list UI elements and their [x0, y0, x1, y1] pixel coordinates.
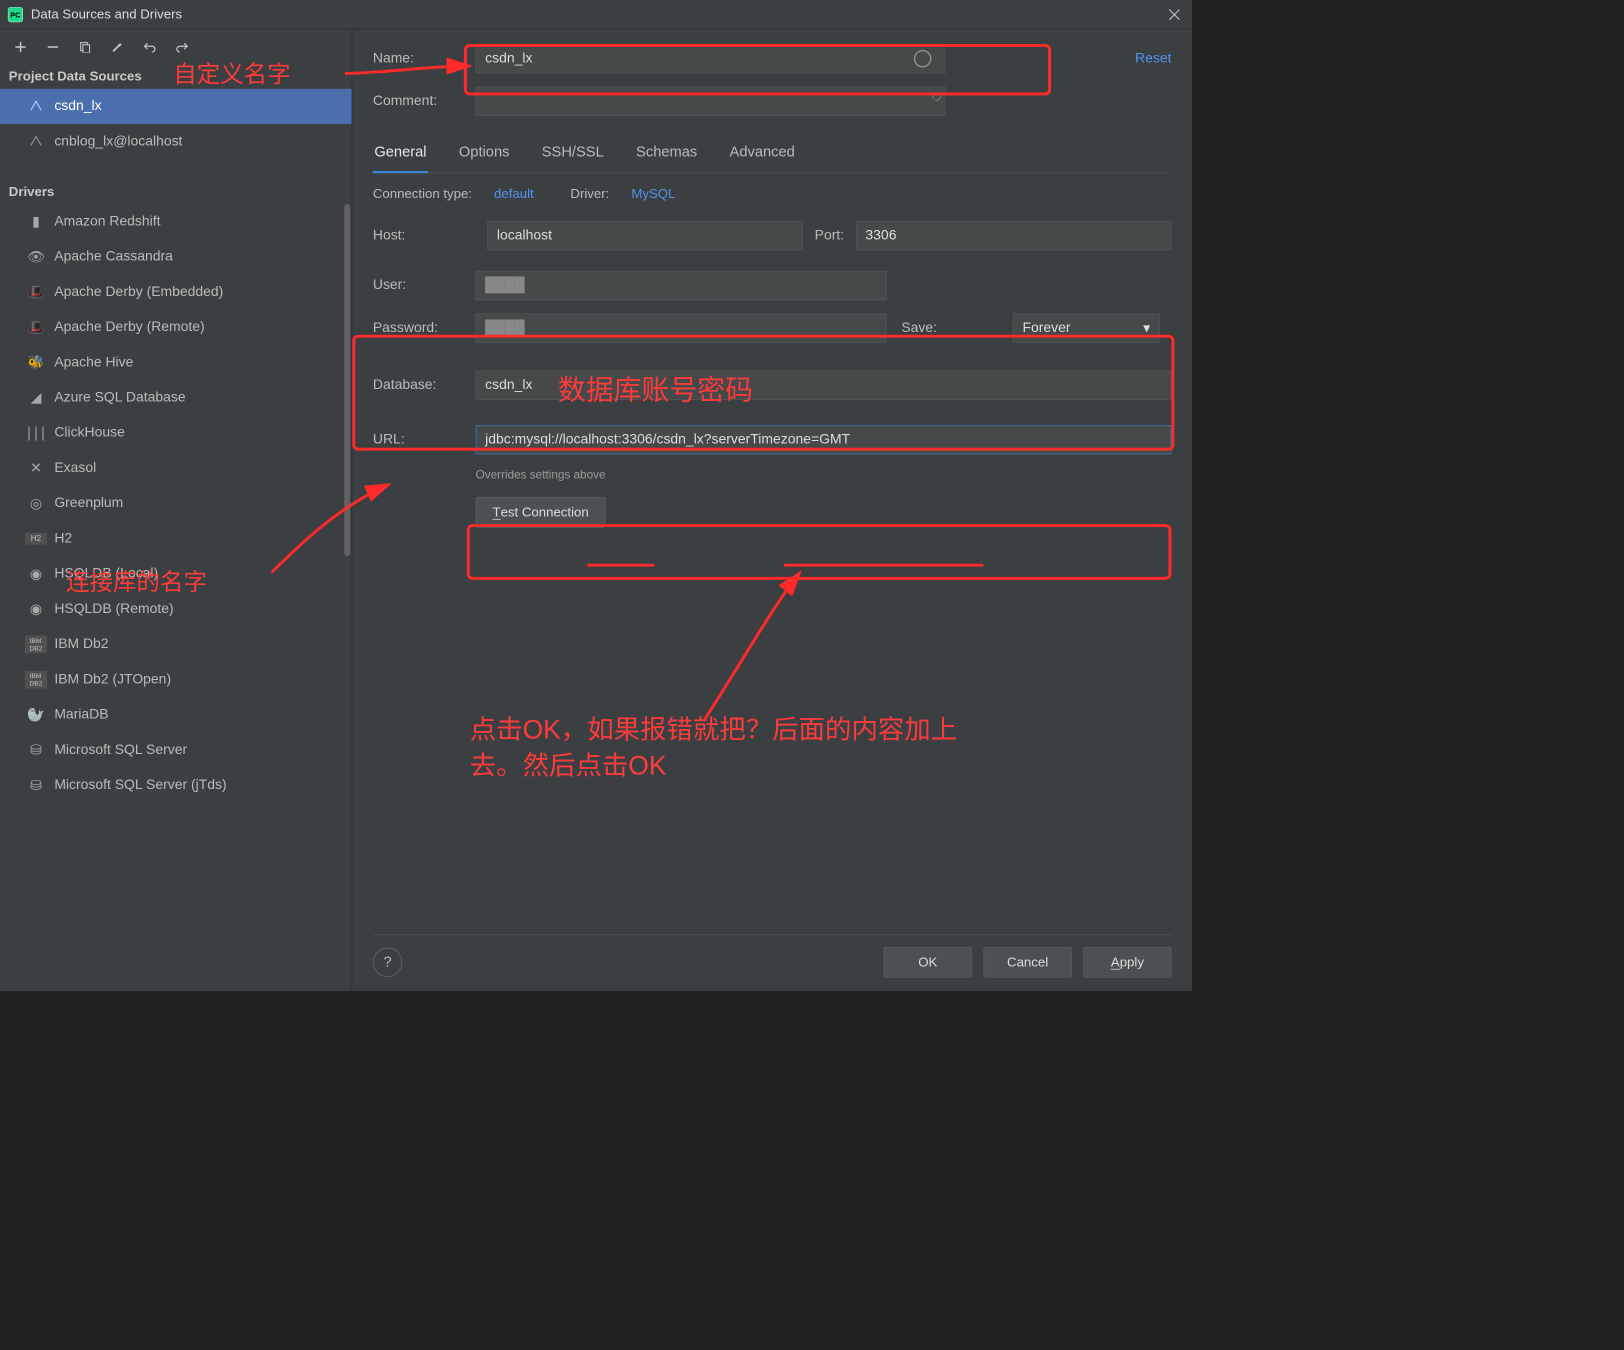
driver-item[interactable]: ◢Azure SQL Database: [0, 380, 352, 415]
redo-icon[interactable]: [172, 37, 193, 58]
svg-text:PC: PC: [10, 10, 21, 19]
copy-button[interactable]: [75, 37, 96, 58]
comment-label: Comment:: [373, 93, 476, 109]
port-input[interactable]: 3306: [856, 221, 1172, 250]
database-icon: [25, 134, 47, 149]
driver-icon: ◉: [25, 566, 47, 583]
tab-options[interactable]: Options: [457, 138, 511, 172]
driver-icon: ⛁: [25, 742, 47, 759]
undo-icon[interactable]: [139, 37, 160, 58]
drivers-list: ▮Amazon Redshift 👁Apache Cassandra 🎩Apac…: [0, 204, 352, 991]
driver-item[interactable]: 🎩Apache Derby (Embedded): [0, 275, 352, 310]
driver-item[interactable]: ◉HSQLDB (Remote): [0, 592, 352, 627]
password-input[interactable]: ████: [476, 313, 887, 342]
sidebar: Project Data Sources csdn_lx cnblog_lx@l…: [0, 29, 352, 991]
driver-icon: ∣∣∣: [25, 425, 47, 442]
driver-icon: 👁: [25, 248, 47, 266]
datasource-label: csdn_lx: [54, 98, 101, 114]
annotation-underline: [784, 564, 984, 567]
driver-item[interactable]: ∣∣∣ClickHouse: [0, 415, 352, 450]
port-label: Port:: [815, 228, 844, 244]
host-input[interactable]: localhost: [487, 221, 803, 250]
host-label: Host:: [373, 228, 476, 244]
driver-item[interactable]: ⛁Microsoft SQL Server (jTds): [0, 768, 352, 803]
driver-icon: ▮: [25, 213, 47, 230]
tab-advanced[interactable]: Advanced: [728, 138, 796, 172]
driver-icon: 🦭: [25, 706, 47, 724]
driver-icon: IBMDB2: [25, 671, 47, 689]
driver-icon: H2: [25, 533, 47, 545]
driver-item[interactable]: IBMDB2IBM Db2: [0, 627, 352, 662]
close-icon[interactable]: [1163, 3, 1186, 26]
database-icon: [25, 99, 47, 114]
expand-icon[interactable]: [931, 91, 1164, 106]
driver-icon: ◎: [25, 495, 47, 512]
conntype-label: Connection type:: [373, 186, 472, 201]
driver-item[interactable]: 🎩Apache Derby (Remote): [0, 310, 352, 345]
help-button[interactable]: ?: [373, 948, 402, 977]
datasource-label: cnblog_lx@localhost: [54, 134, 182, 150]
driver-icon: ◢: [25, 389, 47, 406]
remove-button[interactable]: [43, 37, 64, 58]
driver-item[interactable]: IBMDB2IBM Db2 (JTOpen): [0, 662, 352, 697]
driver-item[interactable]: H2H2: [0, 521, 352, 556]
password-label: Password:: [373, 320, 476, 336]
url-hint: Overrides settings above: [476, 469, 1172, 482]
datasource-item[interactable]: cnblog_lx@localhost: [0, 124, 352, 159]
comment-input[interactable]: [476, 87, 946, 116]
user-label: User:: [373, 277, 476, 293]
url-label: URL:: [373, 432, 476, 448]
driver-icon: ⛁: [25, 777, 47, 794]
chevron-down-icon: ▾: [1143, 320, 1150, 337]
dialog-title: Data Sources and Drivers: [31, 7, 182, 22]
color-circle-icon[interactable]: [914, 50, 932, 68]
driver-item[interactable]: ⛁Microsoft SQL Server: [0, 733, 352, 768]
reset-link[interactable]: Reset: [1135, 51, 1171, 67]
wrench-icon[interactable]: [107, 37, 128, 58]
user-input[interactable]: ████: [476, 271, 887, 300]
tab-sshssl[interactable]: SSH/SSL: [540, 138, 605, 172]
test-connection-button[interactable]: Test Connection: [476, 497, 606, 528]
apply-button[interactable]: Apply: [1083, 947, 1171, 978]
driver-item[interactable]: ◎Greenplum: [0, 486, 352, 521]
app-icon: PC: [6, 5, 25, 24]
add-button[interactable]: [10, 37, 31, 58]
driver-item[interactable]: 👁Apache Cassandra: [0, 239, 352, 274]
driver-item[interactable]: ▮Amazon Redshift: [0, 204, 352, 239]
driver-icon: ◉: [25, 601, 47, 618]
annotation-underline: [587, 564, 655, 567]
scrollbar-thumb[interactable]: [344, 204, 350, 556]
driver-icon: 🐝: [25, 354, 47, 372]
titlebar: PC Data Sources and Drivers: [0, 0, 1192, 29]
driver-item[interactable]: ✕Exasol: [0, 451, 352, 486]
driver-icon: 🎩: [25, 319, 47, 337]
name-input[interactable]: csdn_lx: [476, 44, 946, 73]
save-dropdown[interactable]: Forever ▾: [1013, 313, 1160, 342]
conntype-link[interactable]: default: [494, 186, 534, 201]
driver-icon: IBMDB2: [25, 636, 47, 654]
name-label: Name:: [373, 51, 476, 67]
cancel-button[interactable]: Cancel: [984, 947, 1072, 978]
ok-button[interactable]: OK: [884, 947, 972, 978]
tab-general[interactable]: General: [373, 138, 428, 173]
main-panel: Name: csdn_lx Reset Comment: General Opt…: [352, 29, 1192, 991]
datasource-item[interactable]: csdn_lx: [0, 89, 352, 124]
save-label: Save:: [901, 320, 1004, 336]
driver-item[interactable]: ◉HSQLDB (Local): [0, 556, 352, 591]
database-input[interactable]: csdn_lx: [476, 371, 1172, 400]
tabs: General Options SSH/SSL Schemas Advanced: [373, 138, 1172, 173]
tab-schemas[interactable]: Schemas: [635, 138, 699, 172]
section-project-ds: Project Data Sources: [0, 62, 352, 89]
driver-item[interactable]: 🦭MariaDB: [0, 697, 352, 732]
driver-item[interactable]: 🐝Apache Hive: [0, 345, 352, 380]
section-drivers: Drivers: [0, 177, 352, 204]
database-label: Database:: [373, 377, 476, 393]
driver-icon: 🎩: [25, 283, 47, 301]
dialog-actions: ? OK Cancel Apply: [373, 934, 1172, 991]
driver-icon: ✕: [25, 460, 47, 477]
driver-label: Driver:: [570, 186, 609, 201]
url-input[interactable]: jdbc:mysql://localhost:3306/csdn_lx?serv…: [476, 425, 1172, 454]
driver-link[interactable]: MySQL: [631, 186, 675, 201]
sidebar-toolbar: [0, 29, 352, 61]
